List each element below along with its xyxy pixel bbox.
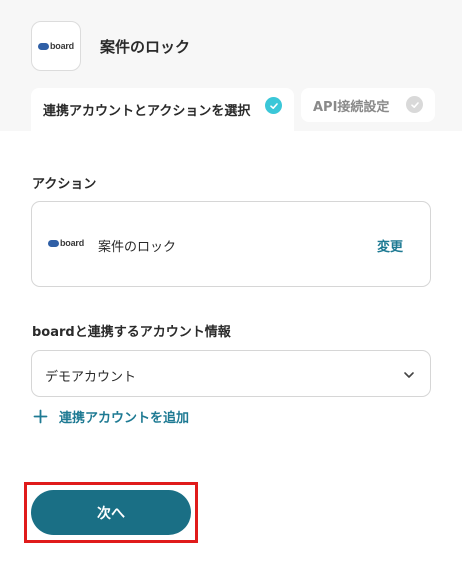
tab-api-settings[interactable]: API接続設定 (301, 88, 435, 122)
selected-account: デモアカウント (45, 370, 137, 385)
change-action-link[interactable]: 変更 (377, 236, 403, 255)
next-button[interactable]: 次へ (31, 490, 191, 535)
action-card: board 案件のロック 変更 (31, 201, 431, 287)
chevron-down-icon (404, 372, 414, 378)
account-section-label: boardと連携するアカウント情報 (32, 325, 231, 340)
add-account-link[interactable]: 連携アカウントを追加 (33, 405, 189, 427)
page-title: 案件のロック (100, 38, 191, 56)
board-logo-icon: board (37, 41, 74, 51)
board-app-logo: board (31, 21, 81, 71)
plus-icon (33, 409, 48, 423)
tab-label: 連携アカウントとアクションを選択 (43, 104, 251, 119)
tab-label: API接続設定 (313, 99, 390, 115)
check-circle-icon (406, 96, 423, 113)
tab-account-and-action[interactable]: 連携アカウントとアクションを選択 (31, 88, 294, 131)
account-select[interactable]: デモアカウント (31, 350, 431, 397)
action-name: 案件のロック (98, 240, 177, 255)
header-area: board 案件のロック 連携アカウントとアクションを選択 API接続設定 (0, 0, 462, 131)
action-section-label: アクション (32, 177, 97, 192)
board-logo-icon: board (48, 238, 84, 248)
add-account-label: 連携アカウントを追加 (59, 410, 190, 426)
check-circle-icon (265, 97, 282, 114)
